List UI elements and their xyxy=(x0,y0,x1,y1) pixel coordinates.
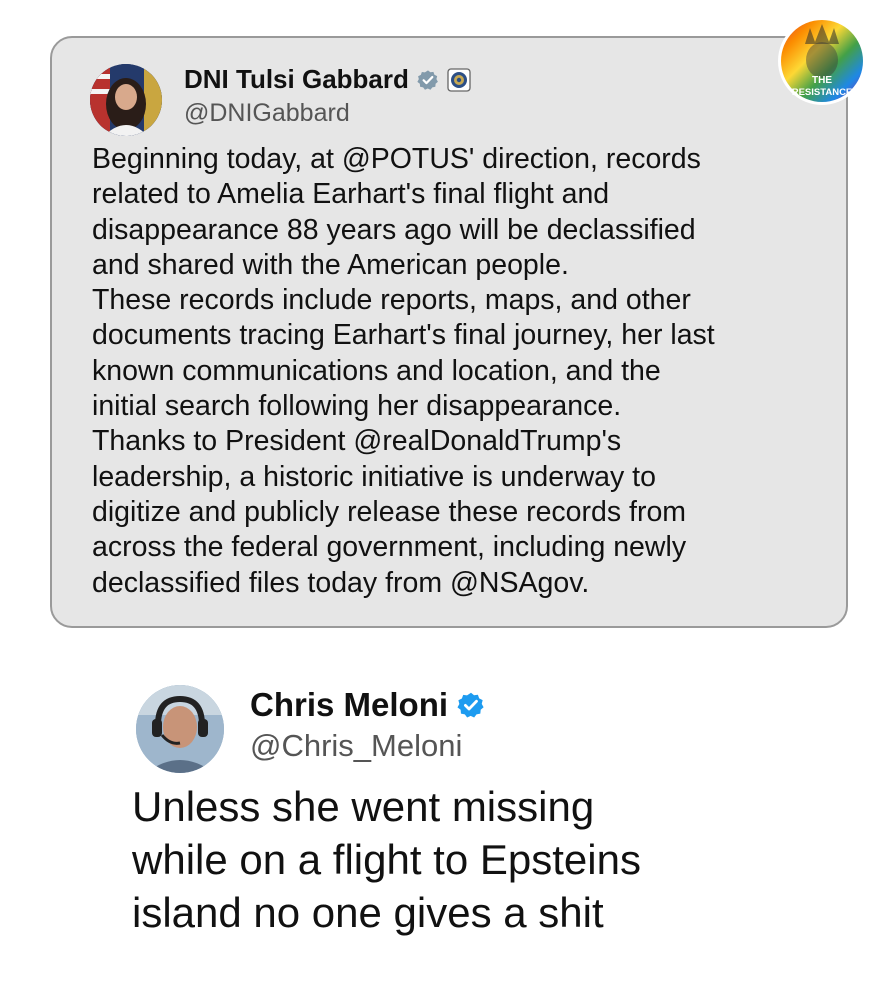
resistance-logo-image: THE RESISTANCE xyxy=(778,17,866,105)
tweet-text-line: island no one gives a shit xyxy=(132,889,604,936)
tweet-text-line: initial search following her disappearan… xyxy=(92,390,622,423)
tweet-text-line: across the federal government, including… xyxy=(92,531,687,564)
tweet-text-line: while on a flight to Epsteins xyxy=(132,836,641,883)
tweet-text-line: related to Amelia Earhart's final flight… xyxy=(92,178,610,211)
author-row: DNI Tulsi Gabbard xyxy=(184,64,471,95)
tweet-text-line: leadership, a historic initiative is und… xyxy=(92,460,656,493)
avatar-image xyxy=(136,685,224,773)
blue-verified-icon xyxy=(457,692,484,718)
author-handle[interactable]: @DNIGabbard xyxy=(184,99,350,128)
tweet-text-line: known communications and location, and t… xyxy=(92,354,661,387)
tweet-text-line: and shared with the American people. xyxy=(92,248,569,281)
author-display-name[interactable]: DNI Tulsi Gabbard xyxy=(184,64,409,95)
badge-line-1: THE xyxy=(812,75,832,86)
tweet-text-line: Beginning today, at @POTUS' direction, r… xyxy=(92,143,701,175)
tweet-text-line: digitize and publicly release these reco… xyxy=(92,495,687,528)
gray-verified-icon xyxy=(417,69,438,90)
tweet-text-line: Thanks to President @realDonaldTrump's xyxy=(92,425,622,458)
avatar[interactable] xyxy=(90,64,162,136)
tweet-text-line: declassified files today from @NSAgov. xyxy=(92,566,590,599)
author-handle[interactable]: @Chris_Meloni xyxy=(250,728,462,764)
tweet-text: Beginning today, at @POTUS' direction, r… xyxy=(92,142,822,601)
tweet-text: Unless she went missing while on a fligh… xyxy=(132,780,832,939)
avatar[interactable] xyxy=(136,685,224,773)
tweet-text-line: These records include reports, maps, and… xyxy=(92,284,691,317)
author-display-name[interactable]: Chris Meloni xyxy=(250,686,448,724)
tweet-text-line: Unless she went missing xyxy=(132,783,595,830)
tweet-text-line: documents tracing Earhart's final journe… xyxy=(92,319,715,352)
author-row: Chris Meloni xyxy=(250,686,485,724)
quoted-tweet-card[interactable]: DNI Tulsi Gabbard @DNIGabbard Beginning … xyxy=(50,36,848,628)
resistance-logo: THE RESISTANCE xyxy=(777,16,867,106)
government-seal-icon xyxy=(447,67,471,92)
avatar-image xyxy=(90,64,162,136)
tweet-text-line: disappearance 88 years ago will be decla… xyxy=(92,213,696,246)
badge-line-2: RESISTANCE xyxy=(792,87,853,98)
